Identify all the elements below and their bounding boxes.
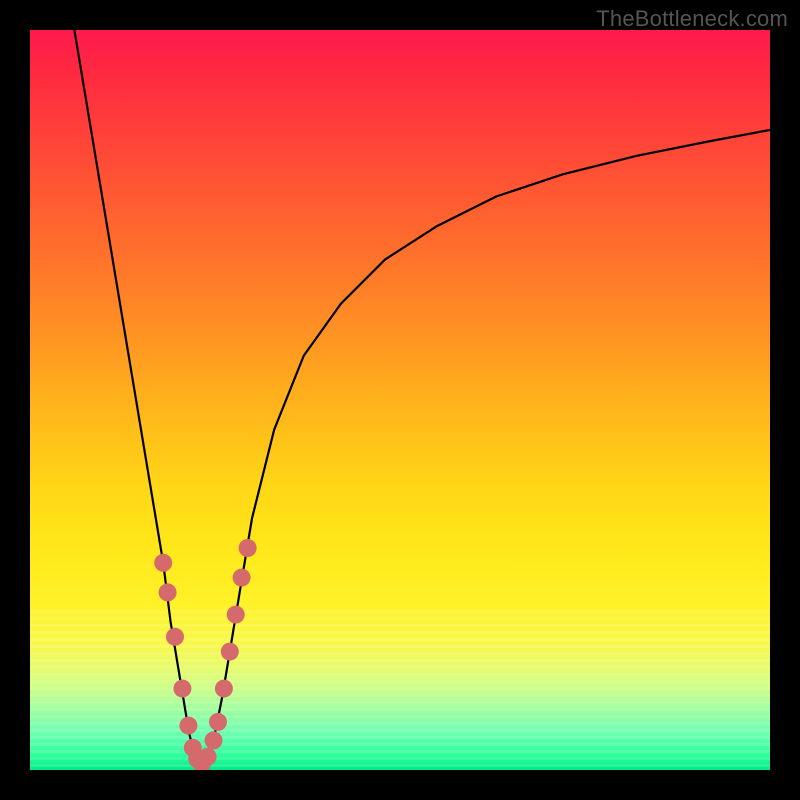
highlight-dot — [199, 748, 217, 766]
chart-frame: TheBottleneck.com — [0, 0, 800, 800]
watermark-text: TheBottleneck.com — [596, 6, 788, 32]
highlight-dot — [154, 554, 172, 572]
highlight-dot — [221, 643, 239, 661]
highlight-dot — [179, 717, 197, 735]
left-branch-path — [74, 30, 200, 766]
highlight-dot — [209, 713, 227, 731]
chart-svg — [30, 30, 770, 770]
highlight-dot — [239, 539, 257, 557]
plot-area — [30, 30, 770, 770]
highlight-dot — [159, 583, 177, 601]
highlight-dot — [205, 731, 223, 749]
highlight-dot — [173, 680, 191, 698]
highlight-dot — [215, 680, 233, 698]
highlight-dot — [166, 628, 184, 646]
dots-group — [154, 539, 256, 770]
right-branch-path — [200, 130, 770, 766]
highlight-dot — [233, 569, 251, 587]
highlight-dot — [227, 606, 245, 624]
